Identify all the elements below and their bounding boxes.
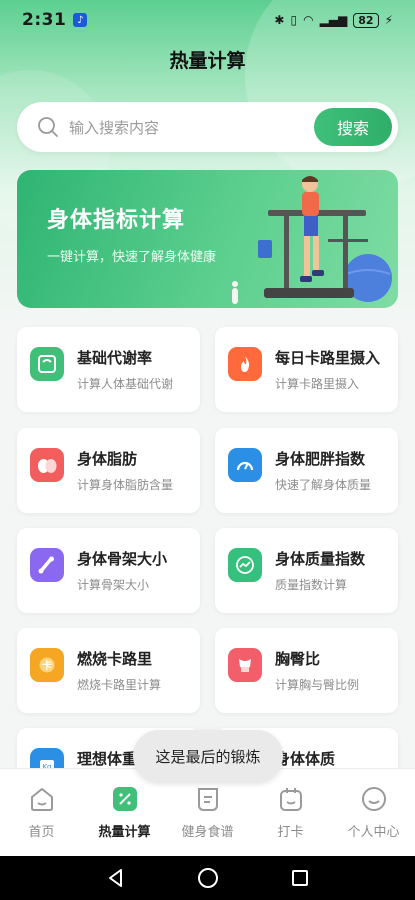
card-title: 身体脂肪 xyxy=(77,450,138,468)
card-title: 每日卡路里摄入 xyxy=(275,349,381,367)
calculator-icon xyxy=(112,787,137,811)
tab-calorie-calc[interactable]: 热量计算 xyxy=(83,769,166,856)
charging-icon: ⚡ xyxy=(384,13,393,27)
checkin-icon xyxy=(279,788,302,811)
card-desc: 计算卡路里摄入 xyxy=(275,377,360,391)
home-button-icon[interactable] xyxy=(197,867,219,889)
back-icon[interactable] xyxy=(106,868,126,888)
tab-label: 热量计算 xyxy=(98,825,151,840)
status-bar: 2:31 ♪ ✱ ▯ ◠ ▂▄▆ 82 ⚡ xyxy=(0,0,415,40)
card-bmi[interactable]: 身体质量指数 质量指数计算 xyxy=(215,528,398,613)
tab-home[interactable]: 首页 xyxy=(0,769,83,856)
body-metrics-banner[interactable]: 身体指标计算 一键计算，快速了解身体健康 xyxy=(17,170,398,308)
card-bmr[interactable]: 基础代谢率 计算人体基础代谢 xyxy=(17,327,200,412)
search-bar: 输入搜索内容 搜索 xyxy=(17,102,398,152)
status-time: 2:31 xyxy=(22,10,67,30)
wifi-icon: ◠ xyxy=(303,13,314,27)
card-desc: 计算胸与臀比例 xyxy=(275,678,360,692)
calorie-card-icon: 卡 xyxy=(30,648,64,682)
card-title: 身体质量指数 xyxy=(275,550,366,568)
egg-icon xyxy=(30,448,64,482)
bluetooth-icon: ✱ xyxy=(274,13,285,27)
tab-checkin[interactable]: 打卡 xyxy=(249,769,332,856)
card-obesity-index[interactable]: 身体肥胖指数 快速了解身体质量 xyxy=(215,428,398,513)
music-icon: ♪ xyxy=(73,13,88,27)
card-body-fat[interactable]: 身体脂肪 计算身体脂肪含量 xyxy=(17,428,200,513)
flame-icon xyxy=(228,347,262,381)
home-icon xyxy=(30,788,53,811)
scale-icon xyxy=(30,347,64,381)
banner-title: 身体指标计算 xyxy=(47,208,186,233)
card-desc: 计算骨架大小 xyxy=(77,578,150,592)
tab-label: 首页 xyxy=(28,825,55,840)
card-desc: 计算身体脂肪含量 xyxy=(77,478,174,492)
card-title: 身体体质 xyxy=(275,750,336,768)
card-title: 理想体重 xyxy=(77,750,138,768)
recents-icon[interactable] xyxy=(290,868,310,888)
banner-subtitle: 一键计算，快速了解身体健康 xyxy=(47,250,217,265)
card-desc: 快速了解身体质量 xyxy=(275,478,372,492)
search-input[interactable]: 输入搜索内容 xyxy=(69,117,314,138)
page-title: 热量计算 xyxy=(169,50,246,72)
card-title: 基础代谢率 xyxy=(77,349,153,367)
tab-label: 打卡 xyxy=(277,825,304,840)
signal-icon: ▂▄▆ xyxy=(319,13,348,27)
treadmill-illustration xyxy=(232,176,392,304)
card-desc: 燃烧卡路里计算 xyxy=(77,678,162,692)
tab-fitness-recipes[interactable]: 健身食谱 xyxy=(166,769,249,856)
card-frame-size[interactable]: 身体骨架大小 计算骨架大小 xyxy=(17,528,200,613)
profile-icon xyxy=(361,787,386,811)
tab-label: 个人中心 xyxy=(347,825,400,840)
card-title: 燃烧卡路里 xyxy=(77,650,153,668)
recipe-icon xyxy=(197,788,218,811)
search-button[interactable]: 搜索 xyxy=(314,108,392,146)
tab-label: 健身食谱 xyxy=(181,825,234,840)
trend-icon xyxy=(228,548,262,582)
card-title: 身体骨架大小 xyxy=(77,550,168,568)
battery-indicator: 82 xyxy=(353,12,379,28)
torso-icon xyxy=(228,648,262,682)
card-desc: 计算人体基础代谢 xyxy=(77,377,174,391)
card-title: 胸臀比 xyxy=(275,650,321,668)
card-daily-calorie[interactable]: 每日卡路里摄入 计算卡路里摄入 xyxy=(215,327,398,412)
card-burn-calorie[interactable]: 卡 燃烧卡路里 燃烧卡路里计算 xyxy=(17,628,200,713)
vibrate-icon: ▯ xyxy=(290,13,298,27)
card-chest-hip-ratio[interactable]: 胸臀比 计算胸与臀比例 xyxy=(215,628,398,713)
bone-icon xyxy=(30,548,64,582)
gauge-icon xyxy=(228,448,262,482)
card-title: 身体肥胖指数 xyxy=(275,450,366,468)
svg-text:卡: 卡 xyxy=(42,659,52,672)
card-desc: 质量指数计算 xyxy=(275,578,348,592)
toast-message: 这是最后的锻炼 xyxy=(133,730,283,782)
search-icon xyxy=(38,117,58,137)
system-navigation-bar xyxy=(0,856,415,900)
tab-profile[interactable]: 个人中心 xyxy=(332,769,415,856)
